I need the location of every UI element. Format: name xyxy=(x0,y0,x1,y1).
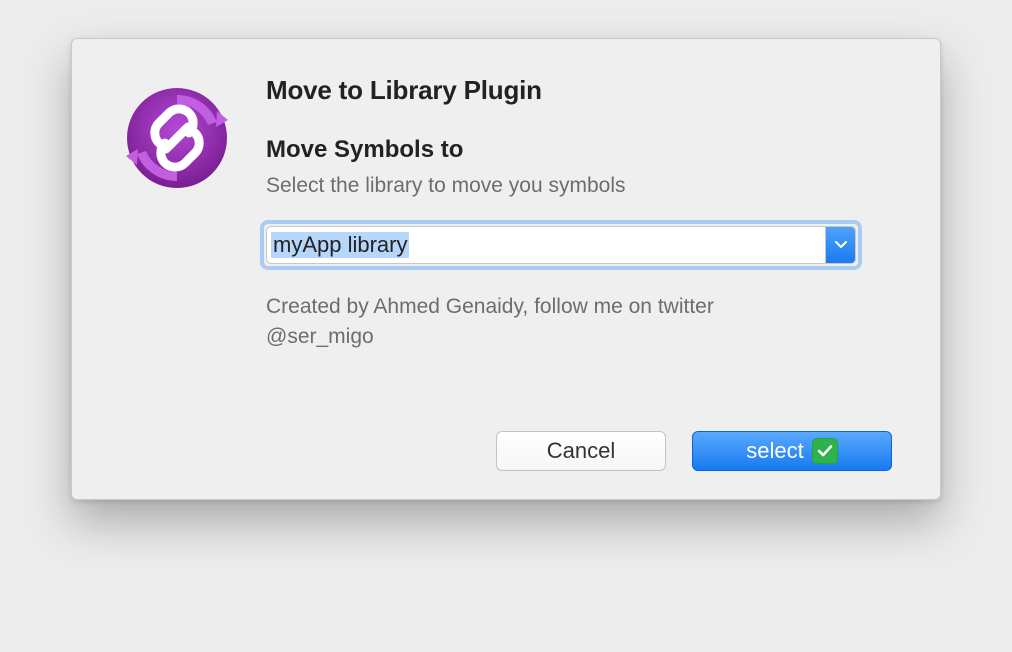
library-combobox-arrow[interactable] xyxy=(825,227,855,263)
credits-text: Created by Ahmed Genaidy, follow me on t… xyxy=(266,292,826,353)
library-combobox-input[interactable]: myApp library xyxy=(267,227,825,263)
library-combobox[interactable]: myApp library xyxy=(266,226,856,264)
select-button-label: select xyxy=(746,438,803,464)
chevron-down-icon xyxy=(835,236,847,254)
plugin-link-icon xyxy=(122,83,232,198)
library-combobox-value: myApp library xyxy=(271,232,409,258)
cancel-button[interactable]: Cancel xyxy=(496,431,666,471)
library-combobox-wrap: myApp library xyxy=(266,226,856,264)
check-icon xyxy=(812,438,838,464)
dialog-subtitle: Move Symbols to xyxy=(266,136,900,164)
move-to-library-dialog: Move to Library Plugin Move Symbols to S… xyxy=(71,38,941,500)
dialog-icon-column xyxy=(112,75,232,353)
dialog-description: Select the library to move you symbols xyxy=(266,174,900,198)
dialog-title: Move to Library Plugin xyxy=(266,75,900,106)
cancel-button-label: Cancel xyxy=(547,438,615,464)
dialog-button-row: Cancel select xyxy=(112,431,900,471)
dialog-backdrop: Move to Library Plugin Move Symbols to S… xyxy=(0,0,1012,652)
select-button[interactable]: select xyxy=(692,431,892,471)
